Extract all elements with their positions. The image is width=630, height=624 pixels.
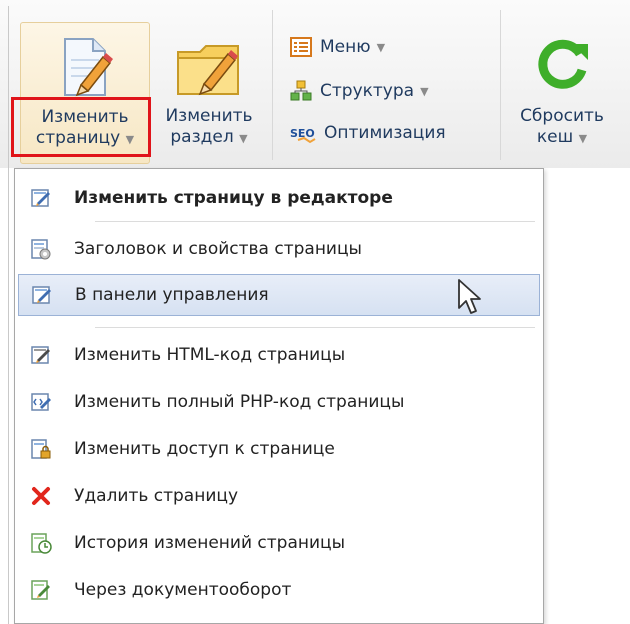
structure-button-label: Структура	[320, 81, 415, 101]
reset-cache-label-2-text: кеш	[536, 127, 574, 147]
reset-cache-label-2: кеш ▼	[506, 127, 618, 149]
history-icon	[31, 533, 52, 554]
edit-page-icon	[32, 286, 51, 304]
menu-item-label: Через документооборот	[74, 580, 292, 600]
edit-page-icon	[64, 38, 113, 97]
highlight-frame	[11, 97, 151, 157]
folder-edit-icon	[177, 45, 239, 96]
menu-divider	[95, 327, 535, 328]
reset-cache-label-1: Сбросить	[520, 106, 604, 126]
seo-icon: SEO	[290, 127, 316, 144]
edit-section-label-2: раздел ▼	[156, 127, 262, 149]
edit-page-icon	[31, 189, 50, 207]
workflow-icon	[31, 580, 50, 600]
menu-item-label: Заголовок и свойства страницы	[74, 239, 362, 259]
edit-section-label-2-text: раздел	[170, 127, 234, 147]
toolbar-separator	[500, 10, 501, 160]
menu-item-label: В панели управления	[75, 285, 269, 305]
edit-page-icon	[31, 346, 50, 364]
menu-item-edit-access[interactable]: Изменить доступ к странице	[18, 428, 540, 470]
seo-button[interactable]: SEO Оптимизация	[290, 118, 446, 148]
structure-button[interactable]: Структура ▼	[290, 76, 429, 106]
reset-cache-button[interactable]: Сбросить кеш ▼	[506, 22, 618, 162]
edit-section-button[interactable]: Изменить раздел ▼	[156, 22, 262, 162]
menu-item-edit-html[interactable]: Изменить HTML-код страницы	[18, 334, 540, 376]
menu-item-edit-in-editor[interactable]: Изменить страницу в редакторе	[18, 177, 540, 219]
menu-item-title-properties[interactable]: Заголовок и свойства страницы	[18, 228, 540, 270]
edit-page-dropdown: Изменить страницу в редакторе Заголовок …	[14, 168, 544, 624]
panel-border	[8, 6, 9, 624]
menu-item-label: Изменить доступ к странице	[74, 439, 335, 459]
chevron-down-icon: ▼	[578, 132, 588, 145]
chevron-down-icon: ▼	[420, 84, 429, 98]
menu-item-workflow[interactable]: Через документооборот	[18, 569, 540, 611]
chevron-down-icon: ▼	[376, 40, 386, 54]
page-properties-icon	[31, 239, 51, 260]
toolbar: Изменить страницу ▼ Изменить раздел ▼ Ме…	[0, 0, 630, 168]
structure-icon	[290, 80, 312, 101]
menu-item-label: Изменить страницу в редакторе	[74, 188, 393, 208]
mouse-cursor-icon	[458, 279, 481, 314]
menu-list-icon	[290, 37, 312, 57]
toolbar-separator	[272, 10, 273, 160]
php-code-icon	[31, 393, 51, 411]
menu-item-edit-php[interactable]: Изменить полный PHP-код страницы	[18, 381, 540, 423]
menu-item-label: Удалить страницу	[74, 486, 239, 506]
edit-section-label-1: Изменить	[165, 106, 253, 126]
seo-button-label: Оптимизация	[324, 123, 446, 143]
menu-item-history[interactable]: История изменений страницы	[18, 522, 540, 564]
lock-page-icon	[31, 439, 51, 459]
menu-item-label: Изменить HTML-код страницы	[74, 345, 346, 365]
menu-button-label: Меню	[320, 37, 371, 57]
menu-item-label: Изменить полный PHP-код страницы	[74, 392, 405, 412]
delete-icon	[32, 487, 50, 505]
menu-item-delete-page[interactable]: Удалить страницу	[18, 475, 540, 517]
menu-item-label: История изменений страницы	[74, 533, 346, 553]
menu-divider	[95, 221, 535, 222]
refresh-icon	[538, 39, 588, 89]
menu-button[interactable]: Меню ▼	[290, 32, 385, 62]
chevron-down-icon: ▼	[239, 132, 248, 145]
